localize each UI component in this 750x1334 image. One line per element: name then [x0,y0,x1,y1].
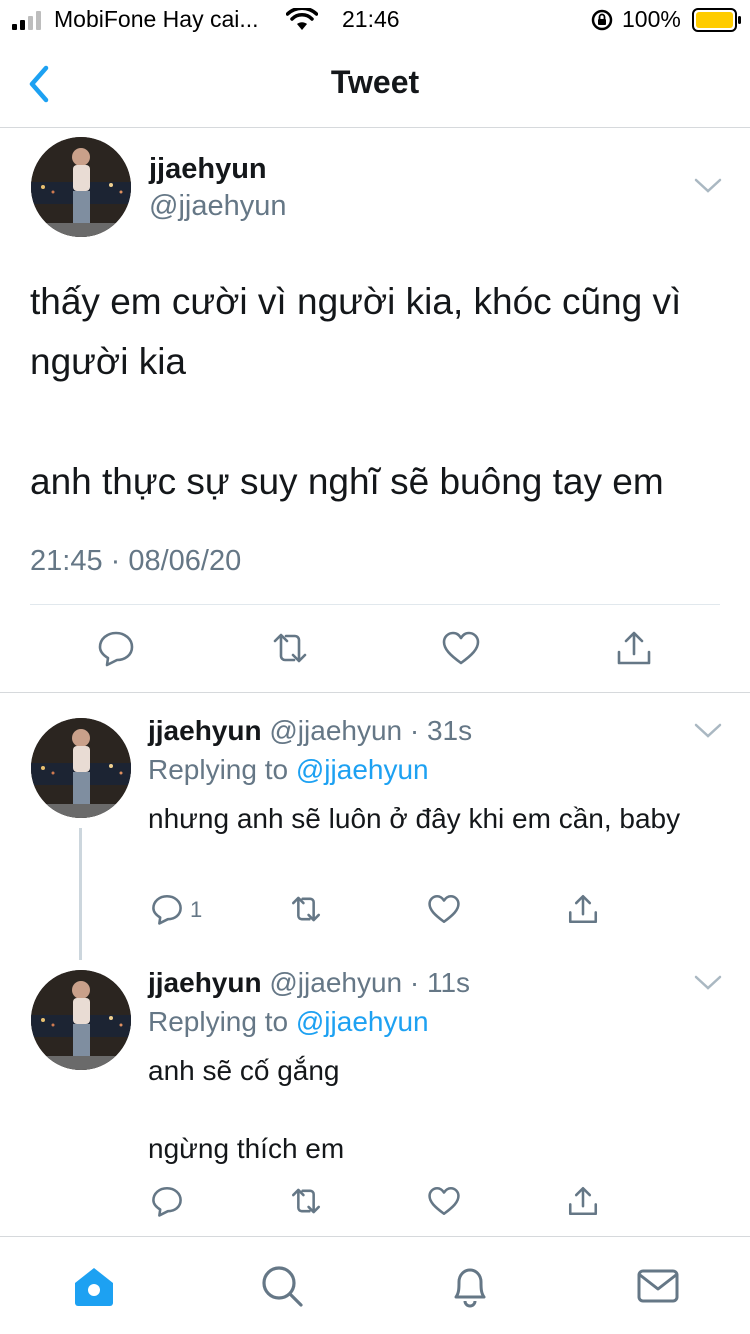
share-icon[interactable] [566,1184,600,1218]
search-icon[interactable] [259,1263,305,1309]
reply-meta: @jjaehyun · 11s [269,967,471,998]
replying-to: Replying to @jjaehyun [148,754,429,786]
avatar[interactable] [31,970,131,1070]
home-icon[interactable] [71,1263,117,1309]
thread-line [79,828,82,960]
reply-text: anh sẽ cố gắng ngừng thích em [148,1055,345,1164]
share-icon[interactable] [566,892,600,926]
tweet-timestamp: 21:45 · 08/06/20 [30,545,242,577]
reply-author-name[interactable]: jjaehyun [148,715,262,746]
chevron-down-icon[interactable] [694,723,722,739]
replying-prefix: Replying to [148,754,296,785]
page-title: Tweet [330,64,420,100]
chevron-down-icon[interactable] [694,975,722,991]
avatar[interactable] [31,137,131,237]
nav-bar: Tweet [0,40,750,128]
retweet-icon[interactable] [270,628,310,668]
messages-icon[interactable] [635,1263,681,1309]
battery-percent: 100% [622,6,681,32]
wifi-icon [286,8,318,30]
reply-icon[interactable] [96,628,136,668]
signal-icon [12,11,41,30]
replying-to: Replying to @jjaehyun [148,1006,429,1038]
reply-header: jjaehyun @jjaehyun · 31s [148,715,472,747]
tweet-text: thấy em cười vì người kia, khóc cũng vì … [30,281,682,502]
reply-icon[interactable] [150,1184,184,1218]
avatar[interactable] [31,718,131,818]
author-name[interactable]: jjaehyun [149,153,267,186]
retweet-icon[interactable] [289,892,323,926]
reply-count: 1 [190,897,203,922]
retweet-icon[interactable] [289,1184,323,1218]
replying-mention-link[interactable]: @jjaehyun [296,754,429,785]
tab-bar [0,1236,750,1334]
like-icon[interactable] [441,628,481,668]
reply-author-name[interactable]: jjaehyun [148,967,262,998]
replying-mention-link[interactable]: @jjaehyun [296,1006,429,1037]
reply-text: nhưng anh sẽ luôn ở đây khi em cần, baby [148,803,681,834]
divider [30,604,720,605]
rotation-lock-icon [591,9,613,31]
chevron-down-icon[interactable] [694,178,722,194]
reply-header: jjaehyun @jjaehyun · 11s [148,967,470,999]
like-icon[interactable] [427,892,461,926]
like-icon[interactable] [427,1184,461,1218]
carrier-label: MobiFone Hay cai... [54,6,259,32]
section-divider [0,692,750,693]
author-handle[interactable]: @jjaehyun [149,190,286,223]
replying-prefix: Replying to [148,1006,296,1037]
reply-icon[interactable] [150,892,184,926]
battery-icon [692,8,741,32]
notifications-icon[interactable] [447,1263,493,1309]
status-bar: MobiFone Hay cai... 21:46 100% [0,0,750,40]
share-icon[interactable] [614,628,654,668]
reply-meta: @jjaehyun · 31s [269,715,473,746]
status-time: 21:46 [342,6,400,32]
